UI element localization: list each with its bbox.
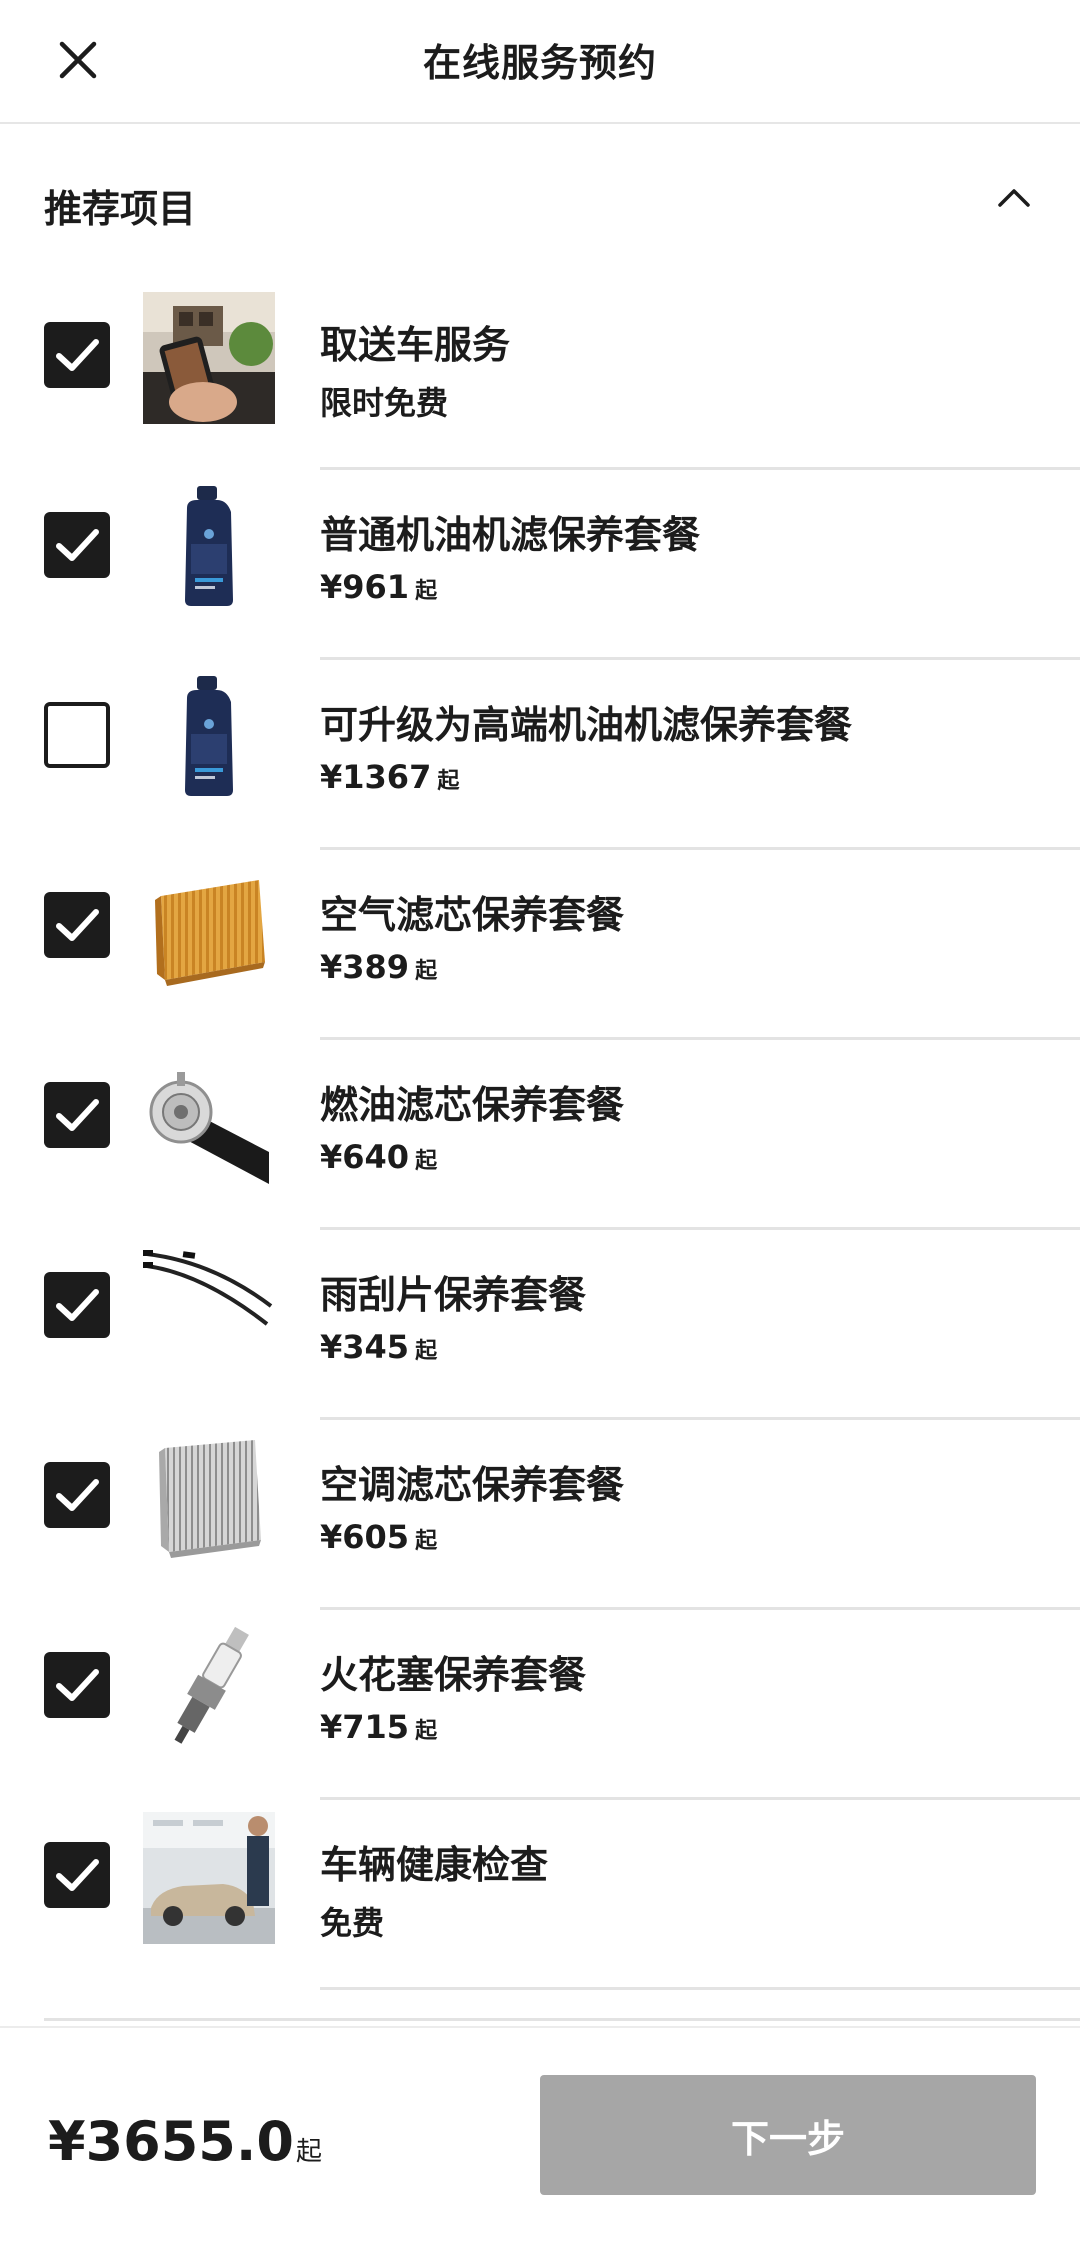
page-title: 在线服务预约 — [422, 41, 657, 85]
cabin-air-filter-image — [143, 1432, 275, 1564]
engine-oil-bottle-image — [143, 672, 275, 804]
service-name: 可升级为高端机油机滤保养套餐 — [320, 703, 853, 747]
service-item[interactable]: 燃油滤芯保养套餐 ¥640 起 — [0, 1040, 1080, 1230]
price-text: ¥1367 — [320, 758, 432, 796]
service-price: ¥345 起 — [320, 1328, 437, 1366]
service-item[interactable]: 取送车服务 限时免费 — [0, 280, 1080, 470]
price-suffix: 起 — [415, 1529, 438, 1554]
checkmark-icon — [56, 1479, 99, 1511]
price-text: ¥389 — [320, 948, 410, 986]
checkmark-icon — [56, 529, 99, 561]
service-checkbox[interactable] — [44, 1082, 110, 1148]
price-suffix: 起 — [415, 1339, 438, 1364]
price-text: ¥715 — [320, 1708, 410, 1746]
price-text: ¥605 — [320, 1518, 410, 1556]
total-suffix: 起 — [295, 2137, 322, 2167]
fuel-filter-image — [143, 1052, 275, 1184]
service-checkbox[interactable] — [44, 322, 110, 388]
service-name: 取送车服务 — [320, 323, 511, 367]
service-name: 雨刮片保养套餐 — [320, 1273, 587, 1317]
spark-plug-image — [143, 1622, 275, 1754]
pickup-service-photo-image — [143, 292, 275, 424]
recommended-section-header: 推荐项目 — [0, 170, 1080, 240]
footer-bar: ¥3655.0起 下一步 — [0, 2026, 1080, 2241]
service-name: 空气滤芯保养套餐 — [320, 893, 625, 937]
price-suffix: 起 — [415, 579, 438, 604]
service-checkbox[interactable] — [44, 512, 110, 578]
next-step-button[interactable]: 下一步 — [540, 2075, 1036, 2195]
service-price: ¥715 起 — [320, 1708, 437, 1746]
service-name: 燃油滤芯保养套餐 — [320, 1083, 625, 1127]
service-checkbox[interactable] — [44, 1652, 110, 1718]
collapse-section-button[interactable] — [990, 174, 1038, 222]
top-bar: 在线服务预约 — [0, 0, 1080, 124]
price-text: ¥961 — [320, 568, 410, 606]
service-item[interactable]: 空气滤芯保养套餐 ¥389 起 — [0, 850, 1080, 1040]
price-text: ¥345 — [320, 1328, 410, 1366]
total-price: ¥3655.0起 — [48, 2110, 322, 2173]
price-suffix: 起 — [415, 1149, 438, 1174]
recommended-items-list: 取送车服务 限时免费 普通机油机滤保养套餐 ¥961 起可升级为高端机油机滤保养套餐 ¥1… — [0, 280, 1080, 1990]
service-item[interactable]: 车辆健康检查 免费 — [0, 1800, 1080, 1990]
total-amount: ¥3655.0 — [48, 2110, 294, 2173]
air-filter-image — [143, 862, 275, 994]
price-suffix: 起 — [437, 769, 460, 794]
service-checkbox[interactable] — [44, 1272, 110, 1338]
vehicle-check-photo-image — [143, 1812, 275, 1944]
service-checkbox[interactable] — [44, 1842, 110, 1908]
service-price: ¥961 起 — [320, 568, 437, 606]
chevron-up-icon — [998, 189, 1030, 207]
list-end-divider — [44, 2018, 1080, 2021]
service-item[interactable]: 空调滤芯保养套餐 ¥605 起 — [0, 1420, 1080, 1610]
service-name: 普通机油机滤保养套餐 — [320, 513, 701, 557]
service-price: 限时免费 — [320, 378, 448, 424]
service-name: 车辆健康检查 — [320, 1843, 549, 1887]
engine-oil-bottle-image — [143, 482, 275, 614]
service-item[interactable]: 普通机油机滤保养套餐 ¥961 起 — [0, 470, 1080, 660]
checkmark-icon — [56, 1289, 99, 1321]
price-suffix: 起 — [415, 1719, 438, 1744]
service-checkbox[interactable] — [44, 1462, 110, 1528]
service-item[interactable]: 雨刮片保养套餐 ¥345 起 — [0, 1230, 1080, 1420]
service-price: ¥389 起 — [320, 948, 437, 986]
item-divider — [320, 1987, 1080, 1990]
service-price: ¥1367 起 — [320, 758, 459, 796]
checkmark-icon — [56, 909, 99, 941]
service-checkbox[interactable] — [44, 892, 110, 958]
service-item[interactable]: 火花塞保养套餐 ¥715 起 — [0, 1610, 1080, 1800]
wiper-blades-image — [143, 1242, 275, 1374]
section-title: 推荐项目 — [44, 187, 197, 231]
price-text: 免费 — [320, 1904, 385, 1942]
service-item[interactable]: 可升级为高端机油机滤保养套餐 ¥1367 起 — [0, 660, 1080, 850]
service-name: 空调滤芯保养套餐 — [320, 1463, 625, 1507]
price-suffix: 起 — [415, 959, 438, 984]
price-text: 限时免费 — [320, 384, 449, 422]
price-text: ¥640 — [320, 1138, 410, 1176]
checkmark-icon — [56, 1669, 99, 1701]
checkmark-icon — [56, 1099, 99, 1131]
service-checkbox[interactable] — [44, 702, 110, 768]
checkmark-icon — [56, 339, 99, 371]
service-price: 免费 — [320, 1898, 384, 1944]
checkmark-icon — [56, 1859, 99, 1891]
service-price: ¥605 起 — [320, 1518, 437, 1556]
service-name: 火花塞保养套餐 — [320, 1653, 587, 1697]
service-price: ¥640 起 — [320, 1138, 437, 1176]
